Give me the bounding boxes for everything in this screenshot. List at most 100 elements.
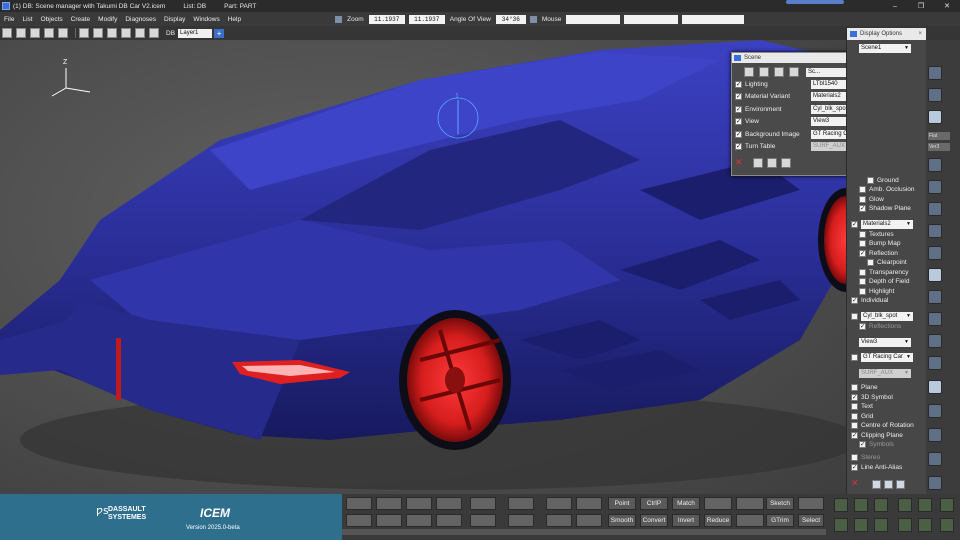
zoom-field-2[interactable]: 11.1937 — [408, 14, 445, 24]
menu-modify[interactable]: Modify — [94, 16, 121, 23]
menu-file[interactable]: File — [0, 16, 18, 23]
menu-display[interactable]: Display — [160, 16, 189, 23]
view-checkbox[interactable] — [735, 117, 742, 126]
patch-tool-icon[interactable] — [436, 514, 462, 527]
empty-slot-4[interactable] — [736, 497, 764, 510]
new-file-icon[interactable] — [2, 28, 12, 38]
grid-icon[interactable] — [135, 28, 145, 38]
symbols-checkbox[interactable] — [859, 440, 866, 448]
spline-tool-icon[interactable] — [376, 497, 402, 510]
match-button[interactable]: Match — [672, 497, 700, 510]
pick-tool-icon[interactable] — [874, 498, 888, 512]
zoom-tool-icon[interactable] — [928, 356, 942, 370]
minimize-button[interactable]: – — [882, 3, 908, 10]
background-checkbox[interactable] — [735, 130, 742, 138]
sketch-tool-icon[interactable] — [928, 224, 942, 238]
surf-aux-select[interactable]: SURF_AUX ▼ — [859, 369, 911, 378]
centre-rotation-checkbox[interactable] — [851, 422, 858, 429]
select-button[interactable]: Select — [798, 514, 824, 527]
dots-tool-icon[interactable] — [436, 497, 462, 510]
materials-select[interactable]: Materials2 ▼ — [861, 220, 913, 229]
open-file-icon[interactable] — [16, 28, 26, 38]
grid-tool-icon[interactable] — [470, 514, 496, 527]
arrow-tool-icon[interactable] — [854, 498, 868, 512]
clipping-plane-checkbox[interactable] — [851, 431, 858, 439]
snowflake-alt-icon[interactable] — [508, 514, 534, 527]
reflection-checkbox[interactable] — [859, 249, 866, 257]
transparency-checkbox[interactable] — [859, 269, 866, 276]
line-antialias-checkbox[interactable] — [851, 463, 858, 471]
translate-tool-icon[interactable] — [874, 518, 888, 532]
light-tool-icon[interactable] — [928, 246, 942, 260]
surface-tool-icon[interactable] — [346, 514, 372, 527]
lighting-checkbox[interactable] — [735, 80, 742, 88]
bottom-scrollbar[interactable] — [342, 529, 826, 535]
section-tool-icon[interactable] — [928, 180, 942, 194]
reduce-button[interactable]: Reduce — [704, 514, 732, 527]
environment-toggle-checkbox[interactable] — [851, 313, 858, 320]
environment-sphere-icon[interactable] — [928, 110, 942, 124]
menu-help[interactable]: Help — [224, 16, 245, 23]
check-tool-icon[interactable] — [940, 518, 954, 532]
menu-diagnoses[interactable]: Diagnoses — [121, 16, 160, 23]
globe-icon[interactable] — [928, 428, 942, 442]
fit-view-icon[interactable] — [928, 380, 942, 394]
angle-field[interactable]: 34°36 — [495, 14, 526, 24]
text-checkbox[interactable] — [851, 403, 858, 410]
depth-of-field-checkbox[interactable] — [859, 278, 866, 285]
snowflake-icon[interactable] — [508, 497, 534, 510]
save-icon[interactable] — [30, 28, 40, 38]
menu-windows[interactable]: Windows — [189, 16, 223, 23]
background-panel-select[interactable]: GT Racing Car ▼ — [861, 353, 913, 362]
curve-tool-icon[interactable] — [346, 497, 372, 510]
grid-checkbox[interactable] — [851, 413, 858, 420]
render-icon[interactable] — [928, 66, 942, 80]
print-icon[interactable] — [58, 28, 68, 38]
cube-view-icon[interactable] — [928, 268, 942, 282]
line-tool-icon[interactable] — [918, 498, 932, 512]
gtrim-button[interactable]: GTrim — [766, 514, 794, 527]
empty-slot-8[interactable] — [736, 514, 764, 527]
blend-tool-icon[interactable] — [406, 514, 432, 527]
layer-tool-icon[interactable] — [928, 158, 942, 172]
front-view-icon[interactable] — [928, 404, 942, 418]
undo-icon[interactable] — [79, 28, 89, 38]
reset-icon[interactable] — [766, 158, 777, 168]
copy-icon[interactable] — [107, 28, 117, 38]
display-options-cancel-button[interactable]: ✕ — [851, 479, 859, 489]
background-panel-checkbox[interactable] — [851, 354, 858, 361]
camera-tool-icon[interactable] — [928, 290, 942, 304]
individual-checkbox[interactable] — [851, 296, 858, 304]
layer-select[interactable]: Layer1 — [178, 28, 213, 38]
split-tool-icon[interactable] — [376, 514, 402, 527]
zoom-field-1[interactable]: 11.1937 — [368, 14, 405, 24]
shade-icon[interactable] — [928, 88, 942, 102]
move-tool-icon[interactable] — [834, 498, 848, 512]
grid-dots-icon[interactable] — [898, 518, 912, 532]
earth-view-icon[interactable] — [928, 452, 942, 466]
empty-slot-1[interactable] — [546, 497, 572, 510]
diagonal-tool-icon[interactable] — [918, 518, 932, 532]
material-checkbox[interactable] — [735, 92, 742, 101]
mouse-field-1[interactable] — [566, 14, 621, 24]
invert-button[interactable]: Invert — [672, 514, 700, 527]
grid-view-icon[interactable] — [928, 476, 942, 490]
environment-panel-select[interactable]: Cyl_blk_spot ▼ — [861, 312, 913, 321]
reflections-checkbox[interactable] — [859, 322, 866, 330]
display-scene-select[interactable]: Scene1 ▼ — [859, 44, 911, 53]
smooth-button[interactable]: Smooth — [608, 514, 636, 527]
scale-tool-icon[interactable] — [834, 518, 848, 532]
ground-checkbox[interactable] — [867, 177, 874, 184]
plane-checkbox[interactable] — [851, 384, 858, 391]
mouse-icon[interactable] — [529, 15, 537, 23]
3d-viewport[interactable]: Z 1 — [0, 40, 846, 494]
flat-tag[interactable]: Flat — [928, 132, 950, 140]
clearpoint-checkbox[interactable] — [867, 259, 874, 266]
display-reset-icon[interactable] — [883, 479, 893, 489]
rotate-tool-icon[interactable] — [928, 334, 942, 348]
menu-list[interactable]: List — [18, 16, 36, 23]
ver-tag[interactable]: Ver3 — [928, 143, 950, 151]
measure-tool-icon[interactable] — [928, 202, 942, 216]
stereo-checkbox[interactable] — [851, 454, 858, 461]
glow-checkbox[interactable] — [859, 196, 866, 203]
